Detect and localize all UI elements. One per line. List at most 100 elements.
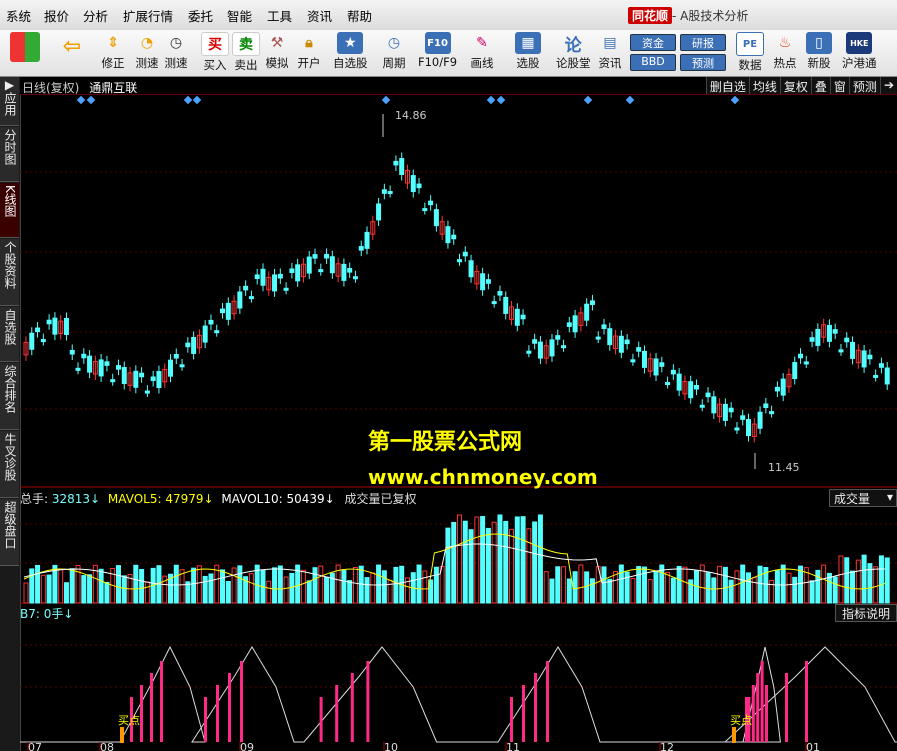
volume-bar — [676, 565, 682, 604]
back-button[interactable]: ⇦ — [58, 32, 86, 61]
kline-candle — [624, 339, 630, 345]
hk-connect-button[interactable]: HKE 沪港通 — [842, 32, 877, 71]
volume-bar — [503, 520, 509, 604]
sidebar-tab-ranking[interactable]: 综合排名 — [0, 363, 19, 430]
kline-candle — [468, 260, 474, 278]
volume-bar — [474, 516, 480, 604]
fix-button[interactable]: ⇕ 修正 — [100, 32, 126, 71]
volume-bar — [786, 572, 792, 604]
kline-candle — [150, 376, 156, 382]
kline-candle — [191, 336, 197, 354]
open-account-button[interactable]: 🔒︎ 开户 — [296, 32, 322, 71]
overlay-button[interactable]: 叠 — [810, 77, 830, 94]
forum-button[interactable]: 论 论股堂 — [556, 32, 591, 71]
volume-bar — [29, 568, 35, 604]
chart-canvas[interactable]: 14.86 11.45 买点 买点 07 08 09 10 11 12 01 — [20, 77, 897, 751]
volume-bar — [636, 566, 642, 604]
lock-icon: 🔒︎ — [305, 35, 313, 51]
menu-bar: 系统 报价 分析 扩展行情 委托 智能 工具 资讯 帮助 同花顺 - A股技术分… — [0, 0, 897, 31]
volume-bar — [855, 559, 861, 604]
kline-candle — [653, 358, 659, 376]
sidebar-tab-watchlist[interactable]: 自选股 — [0, 307, 19, 362]
sell-button[interactable]: 卖 卖出 — [232, 32, 260, 73]
kline-candle — [75, 367, 81, 371]
simulate-button[interactable]: ⚒ 模拟 — [264, 32, 290, 71]
sidebar-tab-kline[interactable]: K线图 — [0, 183, 19, 238]
sidebar-tab-diagnosis[interactable]: 牛叉诊股 — [0, 431, 19, 498]
adjusted-button[interactable]: 复权 — [779, 77, 811, 94]
volume-bar — [393, 566, 399, 604]
volume-bar — [237, 565, 243, 604]
stock-pick-button[interactable]: ▦ 选股 — [515, 32, 541, 71]
f10-button[interactable]: F10 F10/F9 — [418, 32, 457, 69]
volume-dropdown[interactable]: 成交量 ▾ — [829, 489, 897, 507]
window-button[interactable]: 窗 — [829, 77, 849, 94]
menu-help[interactable]: 帮助 — [347, 6, 372, 25]
volume-bar — [468, 529, 474, 604]
ma-button[interactable]: 均线 — [748, 77, 780, 94]
speed-label: 测速 — [135, 56, 159, 70]
buy-button[interactable]: 买 买入 — [201, 32, 229, 73]
mavol10-label: MAVOL10: — [221, 492, 287, 506]
menu-smart[interactable]: 智能 — [227, 6, 252, 25]
period-button[interactable]: ◷ 周期 — [381, 32, 407, 71]
month-label: 11 — [506, 741, 520, 751]
kline-candle — [173, 353, 179, 359]
month-label: 09 — [240, 741, 254, 751]
kline-candle — [139, 372, 145, 378]
bbd-button[interactable]: BBD — [630, 54, 676, 71]
arrow-right-icon[interactable]: ➔ — [879, 77, 897, 94]
kline-candle — [809, 337, 815, 342]
kline-candle — [618, 335, 624, 353]
volume-bar — [589, 578, 595, 604]
hot-button[interactable]: ♨ 热点 — [772, 32, 798, 71]
draw-line-button[interactable]: ✎ 画线 — [469, 32, 495, 71]
data-button[interactable]: PE 数据 — [736, 32, 764, 73]
ipo-button[interactable]: ▯ 新股 — [806, 32, 832, 71]
f10-label: F10/F9 — [418, 55, 458, 69]
menu-tools[interactable]: 工具 — [267, 6, 292, 25]
kline-candle — [873, 374, 879, 378]
volume-bar — [780, 564, 786, 604]
volume-bar — [133, 564, 139, 604]
menu-analysis[interactable]: 分析 — [83, 6, 108, 25]
up-down-arrow-icon: ⇕ — [107, 35, 119, 51]
volume-bar — [821, 564, 827, 604]
measure-button[interactable]: ◷ 测速 — [163, 32, 189, 71]
speed-button[interactable]: ◔ 测速 — [134, 32, 160, 71]
kline-candle — [798, 353, 804, 359]
research-button[interactable]: 研报 — [680, 34, 726, 51]
chart-area[interactable]: 14.86 11.45 买点 买点 07 08 09 10 11 12 01 日线(复权) 通鼎互联… — [20, 77, 897, 751]
forecast-button-chart[interactable]: 预测 — [848, 77, 880, 94]
indicator-help-button[interactable]: 指标说明 — [835, 604, 897, 622]
volume-bar — [208, 573, 214, 604]
volume-bar — [46, 574, 52, 604]
kline-candle — [878, 363, 884, 368]
fund-button[interactable]: 资金 — [630, 34, 676, 51]
menu-order[interactable]: 委托 — [188, 6, 213, 25]
menu-ext-market[interactable]: 扩展行情 — [123, 6, 173, 25]
sidebar-tab-profile[interactable]: 个股资料 — [0, 239, 19, 306]
kline-candle — [144, 390, 150, 394]
watchlist-button[interactable]: ★ 自选股 — [333, 32, 368, 71]
kline-candle — [416, 183, 422, 189]
menu-quote[interactable]: 报价 — [44, 6, 69, 25]
sell-label: 卖出 — [234, 58, 258, 72]
menu-system[interactable]: 系统 — [6, 6, 31, 25]
volume-bar — [231, 567, 237, 604]
forecast-button[interactable]: 预测 — [680, 54, 726, 71]
sidebar-tab-super-board[interactable]: 超级盘口 — [0, 499, 19, 566]
remove-watchlist-button[interactable]: 删自选 — [705, 77, 749, 94]
layout-button[interactable] — [10, 32, 40, 63]
buy-point-2-bar — [732, 727, 736, 743]
menu-news[interactable]: 资讯 — [307, 6, 332, 25]
kline-candle — [352, 276, 358, 280]
sidebar-tab-timeshare[interactable]: 分时图 — [0, 127, 19, 182]
kline-candle — [480, 273, 486, 291]
volume-bar — [457, 514, 462, 604]
volume-bar — [63, 582, 69, 604]
news-button[interactable]: ▤ 资讯 — [597, 32, 623, 71]
volume-bar — [480, 516, 486, 604]
sidebar-tab-apps[interactable]: ▶ 应用 — [0, 77, 19, 126]
hammer-icon: ⚒ — [270, 35, 284, 51]
